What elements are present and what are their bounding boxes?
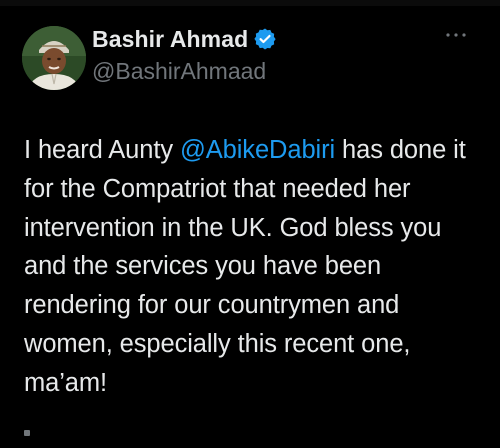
tweet-text-start: I heard Aunty <box>24 136 180 164</box>
avatar[interactable] <box>22 26 86 90</box>
user-handle[interactable]: @BashirAhmaad <box>92 58 276 85</box>
tweet-text-end: has done it for the Compatriot that need… <box>24 136 466 397</box>
tweet-meta-row <box>24 428 424 448</box>
user-identity: Bashir Ahmad @BashirAhmaad <box>92 22 276 85</box>
display-name[interactable]: Bashir Ahmad <box>92 26 248 53</box>
top-edge <box>0 0 500 6</box>
more-options-icon[interactable] <box>444 30 468 40</box>
tweet-text: I heard Aunty @AbikeDabiri has done it f… <box>24 131 480 403</box>
mention-link[interactable]: @AbikeDabiri <box>180 136 335 164</box>
verified-badge-icon <box>254 28 276 50</box>
name-row: Bashir Ahmad <box>92 22 276 56</box>
meta-fragment <box>24 430 30 436</box>
tweet-header: Bashir Ahmad @BashirAhmaad <box>22 22 478 90</box>
avatar-image <box>22 26 86 90</box>
